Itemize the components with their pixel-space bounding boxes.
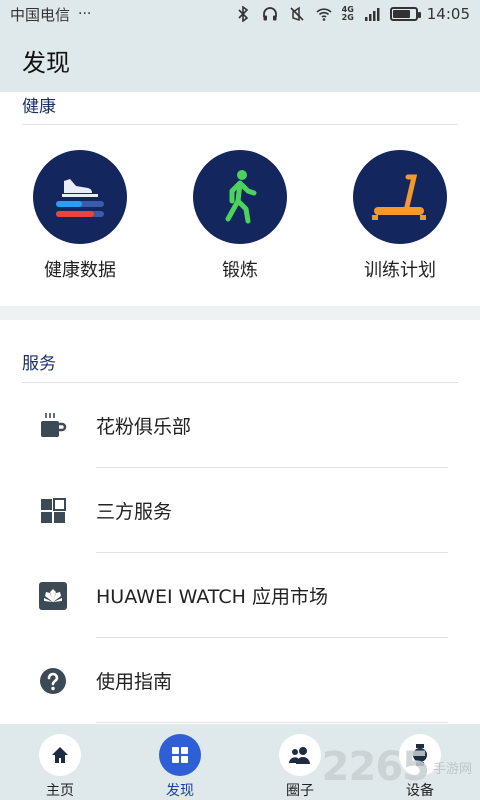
carrier-name: 中国电信 xyxy=(10,5,71,24)
clock: 14:05 xyxy=(426,5,470,23)
status-bar: 中国电信 ··· 4G 2G 14:05 xyxy=(0,0,480,28)
bluetooth-icon xyxy=(238,6,248,22)
health-item-exercise[interactable]: 锻炼 xyxy=(160,150,320,282)
tab-label: 发现 xyxy=(166,783,194,799)
mute-icon xyxy=(290,6,304,22)
health-item-label: 健康数据 xyxy=(44,260,116,281)
network-type: 4G 2G xyxy=(342,6,354,22)
people-icon xyxy=(279,734,321,776)
more-notifications: ··· xyxy=(78,6,92,22)
health-item-data[interactable]: 健康数据 xyxy=(0,150,160,282)
list-divider xyxy=(96,722,448,723)
watermark-text: 手游网 xyxy=(432,761,472,777)
app-bar: 发现 xyxy=(0,28,480,92)
list-item-label: 三方服务 xyxy=(96,501,173,523)
treadmill-icon xyxy=(353,150,447,244)
tab-label: 圈子 xyxy=(286,783,314,799)
headphones-icon xyxy=(262,7,277,21)
battery-icon xyxy=(389,7,421,21)
signal-icon xyxy=(364,8,380,21)
list-item-label: 使用指南 xyxy=(96,671,173,693)
services-section: 服务 花粉俱乐部 三方服务 HUAWEI WATCH 应用市场 使用指南 xyxy=(0,320,480,730)
coffee-cup-icon xyxy=(38,411,68,441)
list-item-label: HUAWEI WATCH 应用市场 xyxy=(96,586,328,608)
site-watermark: 2265 手游网 xyxy=(322,744,472,790)
wifi-icon xyxy=(316,8,332,21)
watermark-number: 2265 xyxy=(321,744,430,790)
status-icons: 4G 2G 14:05 xyxy=(234,5,470,23)
health-item-training-plan[interactable]: 训练计划 xyxy=(320,150,480,282)
health-item-label: 锻炼 xyxy=(222,260,258,281)
list-item-user-guide[interactable]: 使用指南 xyxy=(0,638,480,723)
walking-person-icon xyxy=(193,150,287,244)
network-type-bottom: 2G xyxy=(341,13,354,22)
list-item-huafen-club[interactable]: 花粉俱乐部 xyxy=(0,383,480,468)
question-icon xyxy=(38,666,68,696)
huawei-logo-icon xyxy=(38,581,68,611)
battery-fill xyxy=(392,10,410,18)
discover-grid-icon xyxy=(159,734,201,776)
tab-label: 主页 xyxy=(46,783,74,799)
page-title: 发现 xyxy=(22,48,70,77)
list-item-huawei-watch-market[interactable]: HUAWEI WATCH 应用市场 xyxy=(0,553,480,638)
health-section: 健康 健康数据 锻炼 训练计划 xyxy=(0,92,480,306)
shoe-progress-icon xyxy=(33,150,127,244)
list-item-third-party-services[interactable]: 三方服务 xyxy=(0,468,480,553)
tab-home[interactable]: 主页 xyxy=(0,724,120,800)
home-icon xyxy=(39,734,81,776)
health-divider xyxy=(22,124,458,125)
health-item-label: 训练计划 xyxy=(364,260,436,281)
tab-discover[interactable]: 发现 xyxy=(120,724,240,800)
list-item-label: 花粉俱乐部 xyxy=(96,416,192,438)
health-section-title: 健康 xyxy=(22,97,56,117)
services-section-title: 服务 xyxy=(22,354,56,374)
health-grid: 健康数据 锻炼 训练计划 xyxy=(0,150,480,282)
grid-squares-icon xyxy=(38,496,68,526)
